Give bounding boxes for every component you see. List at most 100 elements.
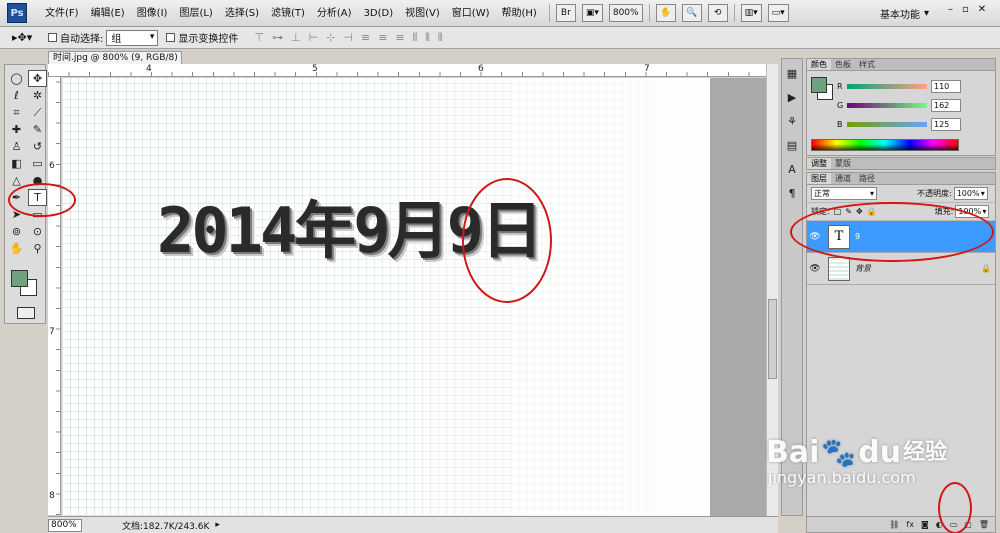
lasso-tool-icon[interactable]: ℓ	[7, 87, 26, 104]
menu-select[interactable]: 选择(S)	[219, 0, 265, 27]
auto-select-checkbox[interactable]: 自动选择:	[48, 30, 103, 45]
tab-swatches[interactable]: 色板	[831, 59, 855, 70]
status-zoom-field[interactable]: 800%	[48, 518, 82, 532]
align-bottom-icon[interactable]: ⊥	[291, 31, 301, 45]
arrange-documents-icon[interactable]: ▥▾	[740, 4, 762, 22]
blend-mode-dropdown[interactable]: 正常	[811, 187, 877, 200]
foreground-color-swatch[interactable]	[11, 270, 28, 287]
menu-window[interactable]: 窗口(W)	[446, 0, 496, 27]
align-vcenter-icon[interactable]: ⊶	[272, 31, 283, 45]
zoom-icon[interactable]: 🔍	[681, 4, 702, 22]
menu-filter[interactable]: 滤镜(T)	[265, 0, 311, 27]
layer-name[interactable]: 背景	[855, 263, 981, 274]
character-icon[interactable]: A	[784, 161, 800, 177]
eye-icon[interactable]: 👁	[807, 264, 823, 274]
screen-mode-toggle-icon[interactable]: ▭▾	[767, 4, 789, 22]
menu-view[interactable]: 视图(V)	[399, 0, 446, 27]
workspace-switcher[interactable]: 基本功能 ▾	[880, 4, 929, 22]
color-spectrum-ramp[interactable]	[811, 139, 959, 151]
3d-rotate-tool-icon[interactable]: ⊚	[7, 223, 26, 240]
menu-edit[interactable]: 编辑(E)	[85, 0, 131, 27]
green-value-input[interactable]: 162	[931, 99, 961, 112]
distribute-vcenter-icon[interactable]: ≡	[378, 31, 387, 45]
menu-layer[interactable]: 图层(L)	[173, 0, 218, 27]
move-tool-preset-icon[interactable]: ▸✥▾	[12, 31, 40, 44]
green-slider[interactable]	[847, 103, 927, 108]
red-label: R	[837, 82, 843, 91]
distribute-bottom-icon[interactable]: ≡	[395, 31, 404, 45]
clone-stamp-tool-icon[interactable]: ♙	[7, 138, 26, 155]
paragraph-icon[interactable]: ¶	[784, 185, 800, 201]
eyedropper-tool-icon[interactable]: ⟋	[28, 104, 47, 121]
document-tab[interactable]: 时间.jpg @ 800% (9, RGB/8) *	[48, 51, 182, 64]
annotation-circle-layer	[790, 202, 994, 262]
close-icon[interactable]: ✕	[978, 4, 986, 15]
tab-styles[interactable]: 样式	[855, 59, 879, 70]
menu-image[interactable]: 图像(I)	[131, 0, 174, 27]
tab-channels[interactable]: 通道	[831, 173, 855, 184]
align-right-icon[interactable]: ⊣	[343, 31, 353, 45]
zoom-tool-icon[interactable]: ⚲	[28, 240, 47, 257]
scrollbar-thumb[interactable]	[768, 299, 777, 379]
panel-foreground-swatch[interactable]	[811, 77, 827, 93]
move-tool-icon[interactable]: ✥	[28, 70, 47, 87]
opacity-input[interactable]: 100%	[953, 187, 988, 200]
auto-select-label: 自动选择:	[60, 34, 104, 45]
healing-brush-tool-icon[interactable]: ✚	[7, 121, 26, 138]
ruler-number: 4	[146, 64, 152, 74]
red-value-input[interactable]: 110	[931, 80, 961, 93]
baidu-jingyan-watermark: Bai 🐾 du 经验 jingyan.baidu.com	[766, 438, 947, 488]
3d-orbit-tool-icon[interactable]: ⊙	[28, 223, 47, 240]
gradient-tool-icon[interactable]: ▭	[28, 155, 47, 172]
ruler-number: 7	[644, 64, 650, 74]
blue-slider[interactable]	[847, 122, 927, 127]
status-menu-arrow-icon[interactable]: ▸	[215, 520, 220, 530]
blue-value-input[interactable]: 125	[931, 118, 961, 131]
menu-analysis[interactable]: 分析(A)	[311, 0, 358, 27]
navigator-icon[interactable]: ▦	[784, 65, 800, 81]
bridge-button[interactable]: Br	[555, 4, 576, 22]
tab-layers[interactable]: 图层	[807, 173, 831, 184]
quick-mask-button[interactable]	[17, 307, 35, 319]
menu-3d[interactable]: 3D(D)	[358, 0, 400, 27]
document-canvas[interactable]: 2014年9月9日	[62, 78, 710, 516]
hand-tool-icon[interactable]: ✋	[7, 240, 26, 257]
add-mask-icon[interactable]: ◙	[921, 520, 929, 529]
tab-paths[interactable]: 路径	[855, 173, 879, 184]
history-brush-tool-icon[interactable]: ↺	[28, 138, 47, 155]
minimize-icon[interactable]: –	[948, 4, 953, 15]
history-icon[interactable]: ▤	[784, 137, 800, 153]
show-transform-checkbox[interactable]: 显示变换控件	[166, 30, 238, 45]
magic-wand-tool-icon[interactable]: ✲	[28, 87, 47, 104]
layers-panel-tabs: 图层 通道 路径	[807, 173, 995, 185]
brush-tool-icon[interactable]: ✎	[28, 121, 47, 138]
layer-style-icon[interactable]: fx	[906, 520, 914, 529]
restore-icon[interactable]: ▫	[962, 4, 969, 15]
distribute-top-icon[interactable]: ≡	[361, 31, 370, 45]
tool-presets-icon[interactable]: ⚘	[784, 113, 800, 129]
eraser-tool-icon[interactable]: ◧	[7, 155, 26, 172]
crop-tool-icon[interactable]: ⌗	[7, 104, 26, 121]
hand-icon[interactable]: ✋	[655, 4, 676, 22]
align-hcenter-icon[interactable]: ⊹	[326, 31, 335, 45]
tab-masks[interactable]: 蒙版	[831, 158, 855, 169]
distribute-hcenter-icon[interactable]: ⫴	[425, 31, 430, 45]
marquee-tool-icon[interactable]: ◯	[7, 70, 26, 87]
align-left-icon[interactable]: ⊢	[309, 31, 319, 45]
red-slider[interactable]	[847, 84, 927, 89]
align-top-icon[interactable]: ⊤	[254, 31, 264, 45]
rotate-view-icon[interactable]: ⟲	[707, 4, 728, 22]
auto-select-type-dropdown[interactable]: 组	[106, 29, 159, 46]
menu-file[interactable]: 文件(F)	[39, 0, 85, 27]
actions-icon[interactable]: ▶	[784, 89, 800, 105]
zoom-level-button[interactable]: 800%	[608, 4, 643, 22]
distribute-left-icon[interactable]: ⫴	[413, 31, 418, 45]
tab-adjustments[interactable]: 调整	[807, 158, 831, 169]
delete-layer-icon[interactable]: 🗑	[979, 520, 989, 529]
distribute-right-icon[interactable]: ⫴	[438, 31, 443, 45]
tab-color[interactable]: 颜色	[807, 59, 831, 70]
photoshop-logo: Ps	[7, 3, 27, 23]
link-layers-icon[interactable]: ⛓	[889, 520, 899, 529]
screen-mode-icon[interactable]: ▣▾	[581, 4, 603, 22]
menu-help[interactable]: 帮助(H)	[496, 0, 543, 27]
